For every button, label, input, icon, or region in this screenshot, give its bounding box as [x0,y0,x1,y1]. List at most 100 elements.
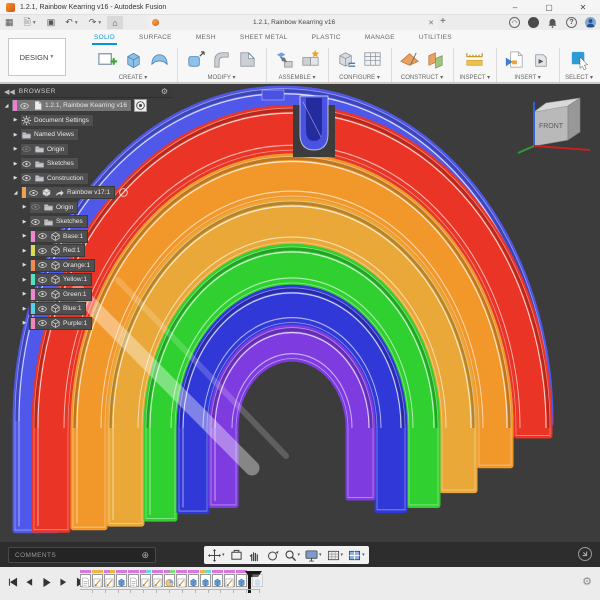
display-settings-icon[interactable]: ▾ [305,549,322,562]
sketch-icon[interactable] [95,48,119,72]
tree-chip[interactable]: Green:1 [29,288,92,301]
home-icon[interactable]: ⌂ [107,16,122,29]
maximize-button[interactable]: ▢ [532,0,566,15]
notifications-bell-icon[interactable] [547,17,558,28]
tab-solid[interactable]: SOLID [92,32,117,45]
tab-utilities[interactable]: UTILITIES [417,32,454,45]
tree-row-yellow-1[interactable]: ▶Yellow:1 [0,273,172,287]
insert-doc-icon[interactable] [503,48,527,72]
derive-icon[interactable] [529,48,553,72]
timeline-feature-pie[interactable] [164,570,175,587]
timeline-ruler[interactable] [80,589,260,593]
timeline-feature-solid[interactable] [188,570,199,587]
look-at-icon[interactable] [230,549,243,562]
timeline-play-button[interactable] [42,575,52,593]
eye-icon[interactable] [37,289,48,300]
caret-right-icon[interactable]: ▶ [20,277,29,283]
tree-chip[interactable]: Blue:1 [29,302,86,315]
save-icon[interactable]: ▣ [42,16,61,29]
caret-right-icon[interactable]: ▶ [20,320,29,326]
components-icon[interactable] [298,48,322,72]
tree-row-purple-1[interactable]: ▶Purple:1 [0,316,172,330]
tree-row-blue-1[interactable]: ▶Blue:1 [0,302,172,316]
tree-row-rainbow-v17-1[interactable]: ◢Rainbow v17:1 [0,186,172,200]
view-cube[interactable]: FRONT [516,90,594,162]
redo-icon[interactable]: ↷▼ [84,16,108,29]
caret-right-icon[interactable]: ▶ [20,204,29,210]
configure-table-icon[interactable] [361,48,385,72]
eye-icon[interactable] [28,187,39,198]
tab-plastic[interactable]: PLASTIC [310,32,343,45]
eye-icon[interactable] [21,173,32,184]
group-label-select[interactable]: SELECT ▾ [565,74,593,81]
grid-layout-icon[interactable]: ▾ [327,549,344,562]
tree-row-construction[interactable]: ▶Construction [0,171,172,185]
caret-right-icon[interactable]: ▶ [11,146,20,152]
measure-icon[interactable] [463,48,487,72]
tab-surface[interactable]: SURFACE [137,32,174,45]
caret-right-icon[interactable]: ▶ [11,117,20,123]
tree-row-red-1[interactable]: ▶Red:1 [0,244,172,258]
timeline-feature-doc[interactable] [80,570,91,587]
timeline-feature-sketch[interactable] [176,570,187,587]
tab-close-icon[interactable]: ✕ [428,19,434,27]
browser-gear-icon[interactable]: ⚙ [161,87,168,96]
eye-icon[interactable] [21,158,32,169]
tree-chip[interactable]: Origin [29,201,78,214]
tree-chip[interactable]: Sketches [29,215,88,228]
tree-chip[interactable]: Sketches [20,157,79,170]
timeline-step-forward-button[interactable] [59,575,69,593]
corner-icon[interactable] [236,48,260,72]
timeline-feature-sketch[interactable] [152,570,163,587]
activate-radio-icon[interactable] [134,99,147,112]
tab-manage[interactable]: MANAGE [363,32,397,45]
document-tab[interactable]: 1.2.1, Rainbow Kearring v16 ✕ [148,15,438,30]
caret-right-icon[interactable]: ▶ [20,233,29,239]
timeline-feature-doc[interactable] [128,570,139,587]
extensions-icon[interactable]: ◠ [509,17,520,28]
tree-chip[interactable]: Yellow:1 [29,273,92,286]
tree-chip[interactable]: Base:1 [29,230,88,243]
group-label-construct[interactable]: CONSTRUCT ▾ [401,74,443,81]
caret-down-icon[interactable]: ◢ [2,103,11,109]
timeline-feature-sketch[interactable] [104,570,115,587]
minimize-toolbar-icon[interactable] [578,547,592,561]
eye-icon[interactable] [37,260,48,271]
minimize-button[interactable]: – [498,0,532,15]
job-status-icon[interactable]: ◔ [528,17,539,28]
eye-icon[interactable] [37,245,48,256]
timeline-step-back-button[interactable] [25,575,35,593]
add-comment-icon[interactable]: ⊕ [141,550,149,561]
tree-row-origin[interactable]: ▶Origin [0,200,172,214]
tree-chip[interactable]: Origin [20,143,69,156]
caret-right-icon[interactable]: ▶ [20,262,29,268]
collapse-panel-icon[interactable]: ◀◀ [4,88,15,96]
group-label-configure[interactable]: CONFIGURE ▾ [339,74,380,81]
help-icon[interactable]: ? [566,17,577,28]
close-button[interactable]: ✕ [566,0,600,15]
tree-row-orange-1[interactable]: ▶Orange:1 [0,258,172,272]
undo-icon[interactable]: ↶▼ [60,16,84,29]
eye-icon[interactable] [37,318,48,329]
tree-chip[interactable]: Orange:1 [29,259,95,272]
tree-row-1-2-1-rainbow-kearring-v16[interactable]: ◢1.2.1, Rainbow Kearring v16 [0,99,172,113]
tree-chip[interactable]: Purple:1 [29,317,92,330]
tab-mesh[interactable]: MESH [194,32,218,45]
timeline-feature-sketch[interactable] [92,570,103,587]
tree-chip[interactable]: Construction [20,172,89,185]
comments-bar[interactable]: COMMENTS ⊕ [8,547,156,563]
presspull-icon[interactable] [184,48,208,72]
caret-right-icon[interactable]: ▶ [20,306,29,312]
timeline-feature-solid[interactable] [116,570,127,587]
extrude-icon[interactable] [121,48,145,72]
tree-row-named-views[interactable]: ▶Named Views [0,128,172,142]
tab-sheet-metal[interactable]: SHEET METAL [238,32,290,45]
select-icon[interactable] [567,48,591,72]
caret-down-icon[interactable]: ◢ [11,190,20,196]
timeline-feature-solid[interactable] [200,570,211,587]
pan-hand-icon[interactable] [248,549,261,562]
timeline-feature-sketch[interactable] [140,570,151,587]
plane-icon[interactable] [397,48,421,72]
tree-row-sketches[interactable]: ▶Sketches [0,215,172,229]
eye-icon[interactable] [19,100,30,111]
